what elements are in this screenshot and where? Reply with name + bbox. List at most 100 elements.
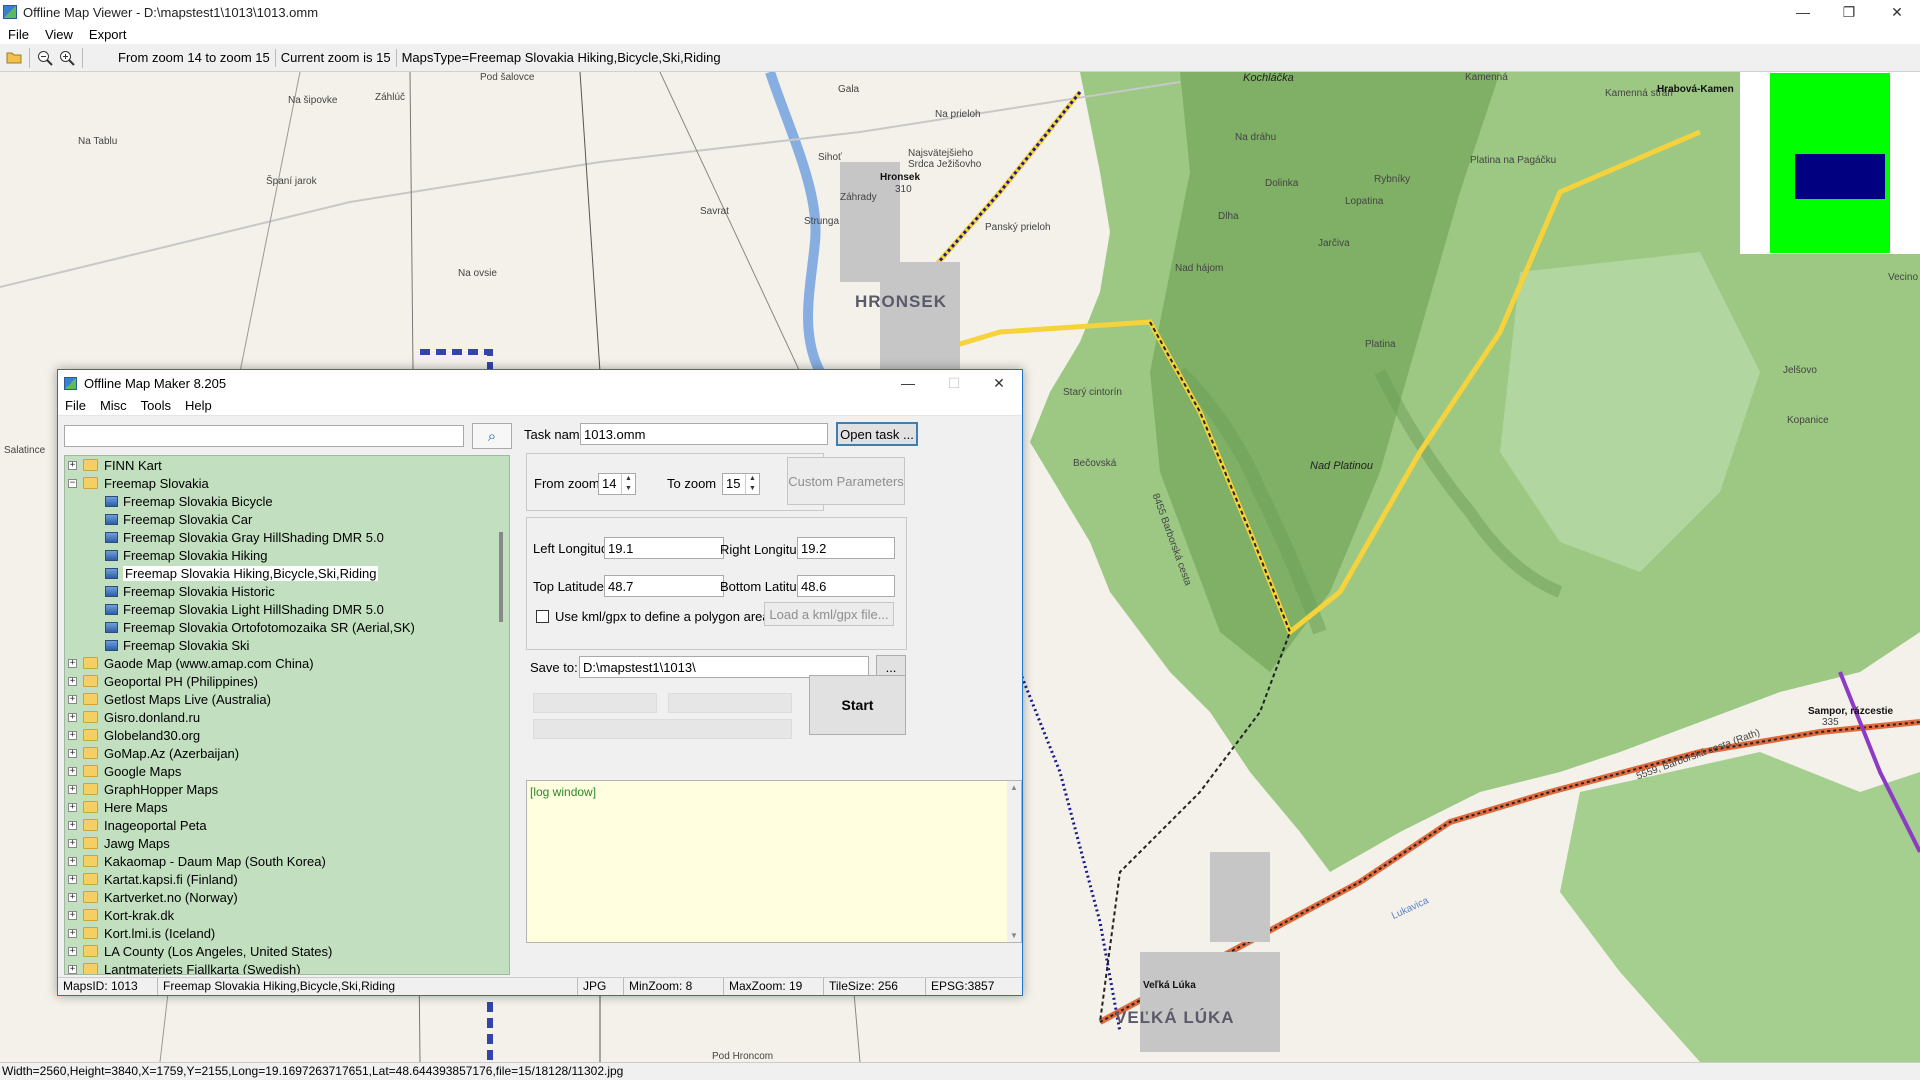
dialog-menu-misc[interactable]: Misc [93, 398, 134, 413]
scroll-up-icon[interactable]: ▲ [1010, 783, 1018, 792]
left-longitude-input[interactable] [604, 537, 724, 559]
tree-folder-item[interactable]: + GoMap.Az (Azerbaijan) [65, 744, 509, 762]
tree-folder-item[interactable]: + Kort.lmi.is (Iceland) [65, 924, 509, 942]
tree-map-item[interactable]: Freemap Slovakia Hiking [65, 546, 509, 564]
zoom-out-icon[interactable] [34, 47, 56, 69]
zoom-in-icon[interactable] [56, 47, 78, 69]
task-name-input[interactable] [580, 423, 828, 445]
expand-icon[interactable]: + [68, 928, 77, 938]
expand-icon[interactable]: + [68, 910, 77, 920]
dialog-minimize-icon[interactable]: — [885, 370, 931, 396]
close-icon[interactable]: ✕ [1874, 0, 1920, 24]
tree-folder-item[interactable]: − Freemap Slovakia [65, 474, 509, 492]
from-zoom-spinner[interactable]: 14 ▲ ▼ [598, 473, 636, 495]
open-task-button[interactable]: Open task ... [836, 422, 918, 446]
map-label: Španí jarok [266, 176, 317, 187]
map-label: Platina na Pagáčku [1470, 155, 1557, 166]
map-label: Záhlúč [375, 92, 406, 103]
menu-file[interactable]: File [0, 27, 37, 42]
tree-folder-item[interactable]: + FINN Kart [65, 456, 509, 474]
spinner-arrows-icon[interactable]: ▲ ▼ [621, 474, 635, 494]
map-maker-dialog: Offline Map Maker 8.205 — ☐ ✕ File Misc … [57, 369, 1023, 996]
tree-folder-item[interactable]: + Globeland30.org [65, 726, 509, 744]
to-zoom-spinner[interactable]: 15 ▲ ▼ [722, 473, 760, 495]
map-search-input[interactable] [64, 425, 464, 447]
expand-icon[interactable]: + [68, 946, 77, 956]
expand-icon[interactable]: + [68, 766, 77, 776]
tree-folder-item[interactable]: + Gaode Map (www.amap.com China) [65, 654, 509, 672]
dialog-menu-file[interactable]: File [58, 398, 93, 413]
expand-icon[interactable]: + [68, 658, 77, 668]
dialog-menu-help[interactable]: Help [178, 398, 219, 413]
top-latitude-input[interactable] [604, 575, 724, 597]
expand-icon[interactable]: + [68, 820, 77, 830]
expand-icon[interactable]: + [68, 964, 77, 974]
tree-folder-item[interactable]: + Here Maps [65, 798, 509, 816]
expand-icon[interactable]: + [68, 712, 77, 722]
viewer-title-bar: Offline Map Viewer - D:\mapstest1\1013\1… [0, 0, 1920, 24]
expand-icon[interactable]: + [68, 892, 77, 902]
expand-icon[interactable]: + [68, 784, 77, 794]
load-kml-button[interactable]: Load a kml/gpx file... [764, 602, 894, 626]
use-kml-checkbox[interactable] [536, 610, 549, 623]
tree-map-item[interactable]: Freemap Slovakia Bicycle [65, 492, 509, 510]
expand-icon[interactable]: + [68, 856, 77, 866]
tree-map-item[interactable]: Freemap Slovakia Gray HillShading DMR 5.… [65, 528, 509, 546]
progress-bar-total [533, 719, 792, 739]
right-longitude-input[interactable] [797, 537, 895, 559]
tree-map-item[interactable]: Freemap Slovakia Car [65, 510, 509, 528]
start-button[interactable]: Start [809, 675, 906, 735]
search-button[interactable]: ⌕ [472, 423, 512, 449]
tree-map-item[interactable]: Freemap Slovakia Ski [65, 636, 509, 654]
tree-folder-item[interactable]: + Kartat.kapsi.fi (Finland) [65, 870, 509, 888]
log-window[interactable]: [log window] ▲ ▼ [526, 780, 1022, 943]
tree-folder-item[interactable]: + Inageoportal Peta [65, 816, 509, 834]
collapse-icon[interactable]: − [68, 478, 77, 488]
restore-icon[interactable]: ❐ [1826, 0, 1872, 24]
custom-parameters-button[interactable]: Custom Parameters [787, 457, 905, 505]
tree-map-item[interactable]: Freemap Slovakia Historic [65, 582, 509, 600]
tree-folder-item[interactable]: + LA County (Los Angeles, United States) [65, 942, 509, 960]
expand-icon[interactable]: + [68, 676, 77, 686]
overview-viewport [1795, 154, 1885, 199]
expand-icon[interactable]: + [68, 730, 77, 740]
tree-folder-item[interactable]: + Gisro.donland.ru [65, 708, 509, 726]
tree-folder-item[interactable]: + Kort-krak.dk [65, 906, 509, 924]
expand-icon[interactable]: + [68, 874, 77, 884]
tree-folder-item[interactable]: + Lantmateriets Fjallkarta (Swedish) [65, 960, 509, 974]
dialog-menu-tools[interactable]: Tools [134, 398, 178, 413]
expand-icon[interactable]: + [68, 838, 77, 848]
task-settings-pane: Task name Open task ... From zoom 14 ▲▼ … [524, 417, 1022, 977]
use-kml-label: Use kml/gpx to define a polygon area [555, 609, 770, 624]
viewer-toolbar: From zoom 14 to zoom 15 Current zoom is … [0, 44, 1920, 72]
bottom-latitude-input[interactable] [797, 575, 895, 597]
expand-icon[interactable]: + [68, 460, 77, 470]
spinner-arrows-icon[interactable]: ▲ ▼ [745, 474, 759, 494]
tree-item-label: Gisro.donland.ru [104, 709, 201, 725]
tree-folder-item[interactable]: + Google Maps [65, 762, 509, 780]
tree-scroll-thumb[interactable] [499, 532, 503, 622]
expand-icon[interactable]: + [68, 694, 77, 704]
tree-folder-item[interactable]: + Getlost Maps Live (Australia) [65, 690, 509, 708]
minimize-icon[interactable]: — [1780, 0, 1826, 24]
tree-folder-item[interactable]: + Jawg Maps [65, 834, 509, 852]
tree-map-item[interactable]: Freemap Slovakia Light HillShading DMR 5… [65, 600, 509, 618]
tree-folder-item[interactable]: + Geoportal PH (Philippines) [65, 672, 509, 690]
menu-export[interactable]: Export [81, 27, 135, 42]
open-folder-icon[interactable] [3, 47, 25, 69]
tree-map-item[interactable]: Freemap Slovakia Ortofotomozaika SR (Aer… [65, 618, 509, 636]
tree-folder-item[interactable]: + Kakaomap - Daum Map (South Korea) [65, 852, 509, 870]
dialog-close-icon[interactable]: ✕ [976, 370, 1022, 396]
tree-map-item[interactable]: Freemap Slovakia Hiking,Bicycle,Ski,Ridi… [65, 564, 509, 582]
viewer-title: Offline Map Viewer - D:\mapstest1\1013\1… [23, 4, 319, 20]
menu-view[interactable]: View [37, 27, 81, 42]
tree-folder-item[interactable]: + Kartverket.no (Norway) [65, 888, 509, 906]
map-source-tree[interactable]: + FINN Kart − Freemap Slovakia Freemap Slova… [64, 455, 510, 975]
expand-icon[interactable]: + [68, 802, 77, 812]
tree-scrollbar[interactable] [495, 456, 509, 974]
expand-icon[interactable]: + [68, 748, 77, 758]
tree-folder-item[interactable]: + GraphHopper Maps [65, 780, 509, 798]
folder-icon [83, 945, 98, 957]
scroll-down-icon[interactable]: ▼ [1010, 931, 1018, 940]
log-scrollbar[interactable]: ▲ ▼ [1007, 781, 1021, 942]
